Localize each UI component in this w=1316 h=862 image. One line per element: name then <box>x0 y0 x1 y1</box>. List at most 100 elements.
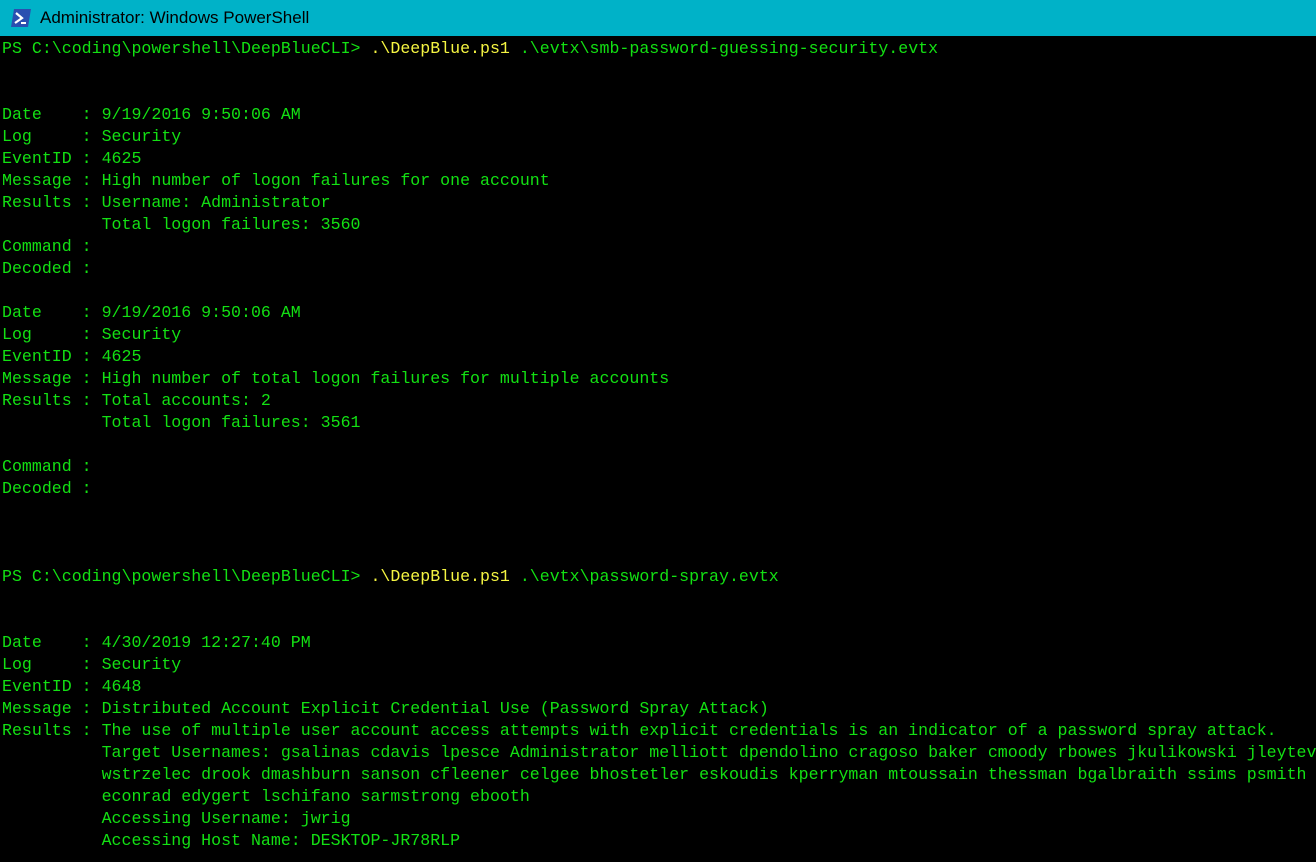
field-label: Results <box>2 391 82 410</box>
field-separator: : <box>81 105 102 124</box>
powershell-icon <box>11 9 31 27</box>
command-argument: .\evtx\password-spray.evtx <box>509 567 779 586</box>
output-field-line: EventID : 4625 <box>2 148 1316 170</box>
field-separator: : <box>81 677 102 696</box>
output-field-line: EventID : 4648 <box>2 676 1316 698</box>
prompt-line: PS C:\coding\powershell\DeepBlueCLI> .\D… <box>2 566 1316 588</box>
field-label: Message <box>2 369 82 388</box>
output-field-line: Log : Security <box>2 324 1316 346</box>
field-value: 9/19/2016 9:50:06 AM <box>101 303 301 322</box>
field-separator: : <box>81 149 102 168</box>
field-label: Message <box>2 171 82 190</box>
field-label: Date <box>2 105 82 124</box>
output-continuation-line: wstrzelec drook dmashburn sanson cfleene… <box>2 764 1316 786</box>
field-label: Message <box>2 699 82 718</box>
field-label: Log <box>2 655 82 674</box>
field-separator: : <box>81 391 102 410</box>
output-continuation-line: Target Usernames: gsalinas cdavis lpesce… <box>2 742 1316 764</box>
field-label: Log <box>2 325 82 344</box>
field-separator: : <box>81 171 102 190</box>
field-value: 4625 <box>101 149 142 168</box>
field-value: Distributed Account Explicit Credential … <box>101 699 769 718</box>
output-field-line: Command : <box>2 236 1316 258</box>
command-name: .\DeepBlue.ps1 <box>370 567 510 586</box>
field-separator: : <box>81 721 102 740</box>
output-continuation-line: Accessing Username: jwrig <box>2 808 1316 830</box>
output-continuation-line: Accessing Host Name: DESKTOP-JR78RLP <box>2 830 1316 852</box>
prompt-path: PS C:\coding\powershell\DeepBlueCLI> <box>2 39 371 58</box>
output-field-line: Message : High number of logon failures … <box>2 170 1316 192</box>
field-value: 4625 <box>101 347 142 366</box>
field-separator: : <box>81 479 102 498</box>
field-value: Total accounts: 2 <box>101 391 271 410</box>
field-separator: : <box>81 193 102 212</box>
field-value: Total logon failures: 3561 <box>101 413 361 432</box>
field-separator: : <box>81 457 102 476</box>
window-title: Administrator: Windows PowerShell <box>40 8 310 27</box>
field-value: Security <box>101 655 182 674</box>
field-value: Target Usernames: gsalinas cdavis lpesce… <box>101 743 1316 762</box>
output-field-line: Date : 9/19/2016 9:50:06 AM <box>2 302 1316 324</box>
field-label: EventID <box>2 149 82 168</box>
field-label: EventID <box>2 347 82 366</box>
title-bar[interactable]: Administrator: Windows PowerShell <box>0 0 1316 36</box>
field-label: Results <box>2 721 82 740</box>
field-label: EventID <box>2 677 82 696</box>
output-field-line: Log : Security <box>2 126 1316 148</box>
field-value: 4648 <box>101 677 142 696</box>
field-label: Decoded <box>2 479 82 498</box>
field-label: Log <box>2 127 82 146</box>
field-separator: : <box>81 325 102 344</box>
powershell-window: Administrator: Windows PowerShell PS C:\… <box>0 0 1316 862</box>
console-output[interactable]: PS C:\coding\powershell\DeepBlueCLI> .\D… <box>2 38 1316 862</box>
field-value: Username: Administrator <box>101 193 331 212</box>
prompt-path: PS C:\coding\powershell\DeepBlueCLI> <box>2 567 371 586</box>
output-field-line: EventID : 4625 <box>2 346 1316 368</box>
field-separator: : <box>81 369 102 388</box>
field-label: Decoded <box>2 259 82 278</box>
field-value: High number of logon failures for one ac… <box>101 171 550 190</box>
output-field-line: Results : Total accounts: 2 <box>2 390 1316 412</box>
field-value: Accessing Username: jwrig <box>101 809 351 828</box>
output-field-line: Results : The use of multiple user accou… <box>2 720 1316 742</box>
command-argument: .\evtx\smb-password-guessing-security.ev… <box>509 39 939 58</box>
field-label: Date <box>2 303 82 322</box>
field-label: Results <box>2 193 82 212</box>
output-continuation-line: Total logon failures: 3561 <box>2 412 1316 434</box>
prompt-line: PS C:\coding\powershell\DeepBlueCLI> .\D… <box>2 38 1316 60</box>
field-value: 9/19/2016 9:50:06 AM <box>101 105 301 124</box>
output-field-line: Log : Security <box>2 654 1316 676</box>
field-value: econrad edygert lschifano sarmstrong ebo… <box>101 787 530 806</box>
field-value: The use of multiple user account access … <box>101 721 1277 740</box>
output-field-line: Message : Distributed Account Explicit C… <box>2 698 1316 720</box>
field-separator: : <box>81 237 102 256</box>
field-label: Date <box>2 633 82 652</box>
output-continuation-line: Total logon failures: 3560 <box>2 214 1316 236</box>
field-value: Security <box>101 127 182 146</box>
field-value: Security <box>101 325 182 344</box>
field-value: wstrzelec drook dmashburn sanson cfleene… <box>101 765 1316 784</box>
output-field-line: Date : 4/30/2019 12:27:40 PM <box>2 632 1316 654</box>
output-field-line: Date : 9/19/2016 9:50:06 AM <box>2 104 1316 126</box>
output-field-line: Message : High number of total logon fai… <box>2 368 1316 390</box>
field-separator: : <box>81 699 102 718</box>
field-separator: : <box>81 127 102 146</box>
output-field-line: Decoded : <box>2 258 1316 280</box>
field-separator: : <box>81 303 102 322</box>
output-field-line: Results : Username: Administrator <box>2 192 1316 214</box>
output-continuation-line: econrad edygert lschifano sarmstrong ebo… <box>2 786 1316 808</box>
field-separator: : <box>81 259 102 278</box>
